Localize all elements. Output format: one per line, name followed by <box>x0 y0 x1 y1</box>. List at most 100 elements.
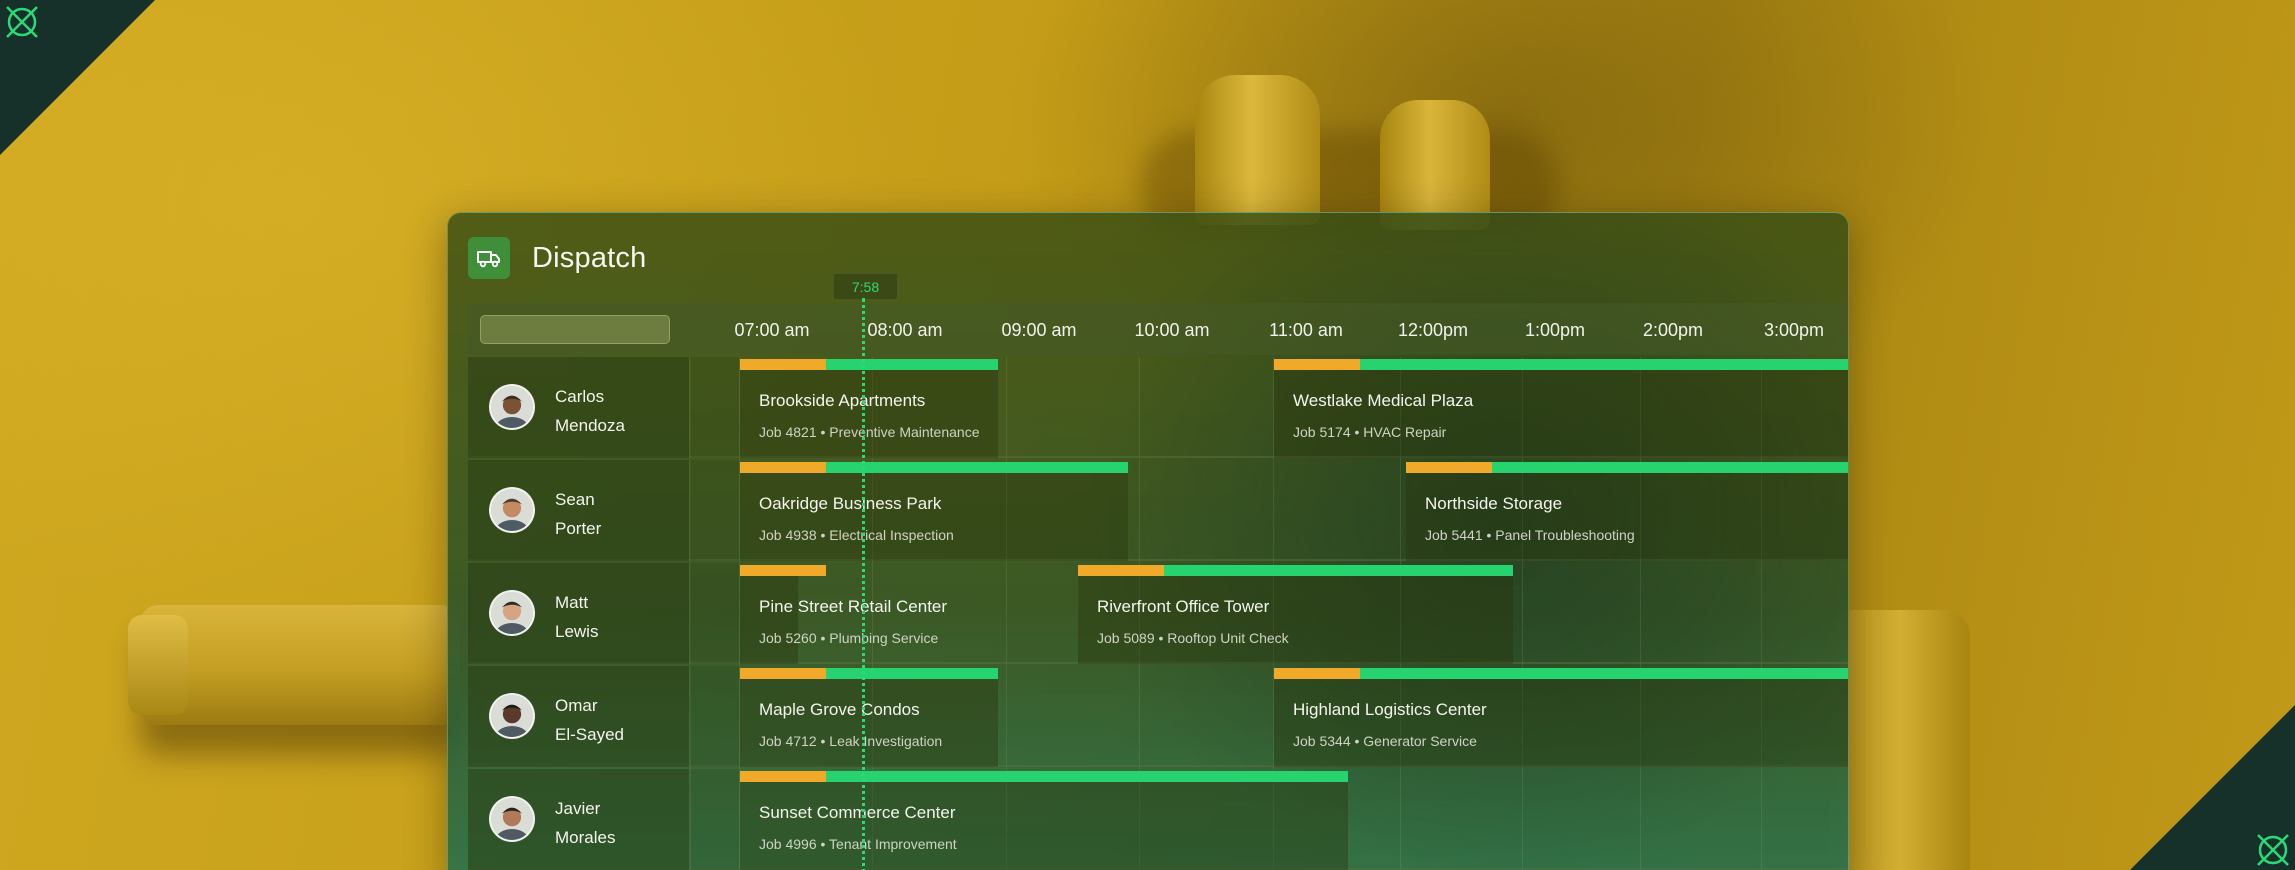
technician-name: Omar El-Sayed <box>555 691 624 749</box>
hour-label: 10:00 am <box>1134 320 1210 340</box>
job-subtitle: Job 4712 • Leak Investigation <box>759 733 943 749</box>
technician-name: Matt Lewis <box>555 588 598 646</box>
job-progress-bar <box>1274 668 1848 679</box>
technician-cell[interactable]: Javier Morales <box>468 769 690 870</box>
avatar <box>489 693 535 739</box>
technician-name: Carlos Mendoza <box>555 382 625 440</box>
technician-cell[interactable]: Sean Porter <box>468 460 690 561</box>
avatar <box>489 796 535 842</box>
technician-row: Javier Morales Sunset Commerce Center Job 4… <box>468 769 1848 870</box>
hour-label: 09:00 am <box>1001 320 1077 340</box>
panel-header: Dispatch <box>468 237 646 279</box>
brand-mark-icon <box>2253 830 2293 870</box>
travel-segment <box>1078 565 1164 576</box>
technician-cell[interactable]: Omar El-Sayed <box>468 666 690 767</box>
schedule-grid: Carlos Mendoza Brookside Apartments Job 482… <box>468 357 1848 870</box>
job-progress-bar <box>1406 462 1848 473</box>
job-subtitle: Job 4821 • Preventive Maintenance <box>759 424 980 440</box>
travel-segment <box>1274 359 1360 370</box>
schedule-spacer <box>691 769 739 870</box>
page-title: Dispatch <box>532 241 647 274</box>
travel-segment <box>740 668 826 679</box>
job-title: Westlake Medical Plaza <box>1293 391 1474 410</box>
schedule-spacer <box>691 460 739 561</box>
truck-icon <box>468 237 510 279</box>
pipe-fitting-top-2 <box>1380 100 1490 230</box>
job-subtitle: Job 5089 • Rooftop Unit Check <box>1097 630 1289 646</box>
technician-row: Sean Porter Oakridge Business Park Job 4938… <box>468 460 1848 561</box>
job-card[interactable]: Oakridge Business Park Job 4938 • Electri… <box>740 462 1128 561</box>
pipe-left-cap <box>128 615 188 715</box>
hour-label: 11:00 am <box>1269 320 1343 340</box>
current-time-badge: 7:58 <box>833 273 898 300</box>
job-card[interactable]: Maple Grove Condos Job 4712 • Leak Invest… <box>740 668 998 767</box>
brand-mark-icon <box>2 2 42 42</box>
hour-label: 08:00 am <box>867 320 943 340</box>
job-title: Brookside Apartments <box>759 391 926 410</box>
technician-last-name: El-Sayed <box>555 725 624 744</box>
technician-first-name: Javier <box>555 799 601 818</box>
hour-label: 07:00 am <box>734 320 810 340</box>
current-time-line <box>862 298 865 870</box>
travel-segment <box>1274 668 1360 679</box>
technician-cell[interactable]: Matt Lewis <box>468 563 690 664</box>
technician-last-name: Lewis <box>555 622 599 641</box>
job-progress-bar <box>1078 565 1513 576</box>
job-title: Riverfront Office Tower <box>1097 597 1270 616</box>
job-progress-bar <box>740 771 1348 782</box>
avatar <box>489 384 535 430</box>
travel-segment <box>740 771 826 782</box>
job-card[interactable]: Brookside Apartments Job 4821 • Preventiv… <box>740 359 998 458</box>
technician-row: Carlos Mendoza Brookside Apartments Job 482… <box>468 357 1848 458</box>
job-subtitle: Job 5260 • Plumbing Service <box>759 630 939 646</box>
technician-first-name: Omar <box>555 696 598 715</box>
job-title: Highland Logistics Center <box>1293 700 1487 719</box>
hour-label: 12:00pm <box>1397 320 1469 340</box>
travel-segment <box>740 462 826 473</box>
job-progress-bar <box>1274 359 1848 370</box>
technician-row: Omar El-Sayed Maple Grove Condos Job 4712 •… <box>468 666 1848 767</box>
technician-row: Matt Lewis Pine Street Retail Center Job 52… <box>468 563 1848 664</box>
job-progress-bar <box>740 462 1128 473</box>
hour-label: 3:00pm <box>1763 320 1825 340</box>
timeline-header: 07:00 am 08:00 am 09:00 am 10:00 am 11:00 am… <box>468 303 1848 355</box>
job-title: Oakridge Business Park <box>759 494 942 513</box>
technician-first-name: Carlos <box>555 387 605 406</box>
job-card[interactable]: Highland Logistics Center Job 5344 • Gene… <box>1274 668 1848 767</box>
job-subtitle: Job 5344 • Generator Service <box>1293 733 1477 749</box>
job-card[interactable]: Sunset Commerce Center Job 4996 • Tenant … <box>740 771 1348 870</box>
technician-last-name: Morales <box>555 828 616 847</box>
hour-label: 2:00pm <box>1642 320 1704 340</box>
job-card[interactable]: Riverfront Office Tower Job 5089 • Roofto… <box>1078 565 1513 664</box>
technician-name: Javier Morales <box>555 794 615 852</box>
pipe-right <box>1830 610 1970 870</box>
job-subtitle: Job 4996 • Tenant Improvement <box>759 836 957 852</box>
search-input[interactable] <box>480 315 670 344</box>
travel-segment <box>740 565 826 576</box>
job-progress-bar <box>740 668 998 679</box>
technician-name: Sean Porter <box>555 485 601 543</box>
technician-first-name: Matt <box>555 593 589 612</box>
pipe-left <box>140 605 460 725</box>
job-subtitle: Job 4938 • Electrical Inspection <box>759 527 954 543</box>
technician-last-name: Mendoza <box>555 416 625 435</box>
schedule-spacer <box>691 563 739 664</box>
pipe-fitting-top-1 <box>1195 75 1320 225</box>
job-card[interactable]: Northside Storage Job 5441 • Panel Troubl… <box>1406 462 1848 561</box>
job-progress-bar <box>740 359 998 370</box>
hour-label: 1:00pm <box>1524 320 1586 340</box>
job-title: Maple Grove Condos <box>759 700 920 719</box>
job-subtitle: Job 5441 • Panel Troubleshooting <box>1425 527 1635 543</box>
travel-segment <box>740 359 826 370</box>
job-card[interactable]: Pine Street Retail Center Job 5260 • Plum… <box>740 565 947 664</box>
job-title: Pine Street Retail Center <box>759 597 948 616</box>
travel-segment <box>1406 462 1492 473</box>
avatar <box>489 590 535 636</box>
job-subtitle: Job 5174 • HVAC Repair <box>1293 424 1447 440</box>
technician-first-name: Sean <box>555 490 595 509</box>
job-title: Sunset Commerce Center <box>759 803 956 822</box>
avatar <box>489 487 535 533</box>
technician-cell[interactable]: Carlos Mendoza <box>468 357 690 458</box>
schedule-spacer <box>691 357 739 458</box>
job-card[interactable]: Westlake Medical Plaza Job 5174 • HVAC R… <box>1274 359 1848 458</box>
